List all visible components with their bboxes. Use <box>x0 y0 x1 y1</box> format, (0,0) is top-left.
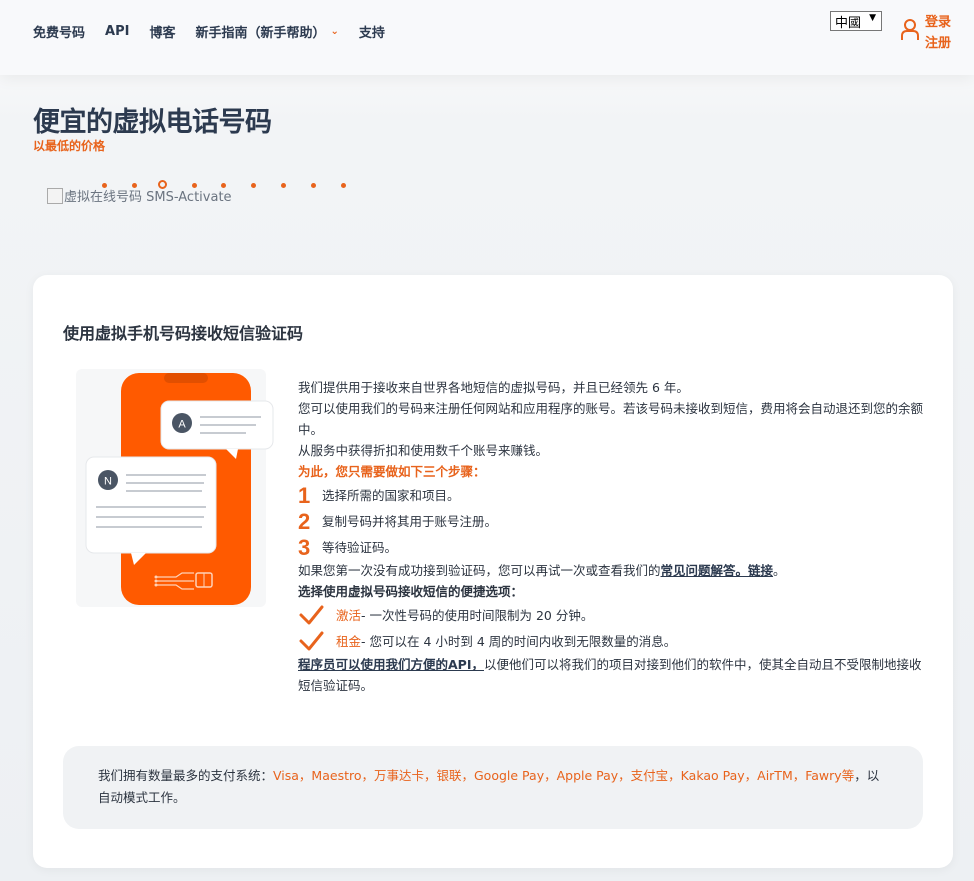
intro-line: 从服务中获得折扣和使用数千个账号来赚钱。 <box>298 443 549 458</box>
dot-icon <box>311 183 316 188</box>
api-link[interactable]: 程序员可以使用我们方便的API， <box>298 657 484 672</box>
nav-free-numbers[interactable]: 免费号码 <box>33 22 85 41</box>
retry-end: 。 <box>773 563 786 578</box>
card-content: 我们提供用于接收来自世界各地短信的虚拟号码，并且已经领先 6 年。 您可以使用我… <box>298 377 928 696</box>
option-rent-link[interactable]: 租金 <box>336 631 361 652</box>
step-text: 复制号码并将其用于账号注册。 <box>322 513 498 529</box>
register-link[interactable]: 注册 <box>925 33 951 54</box>
step-number: 1 <box>298 482 311 508</box>
broken-image-icon <box>47 187 63 204</box>
nav-support[interactable]: 支持 <box>359 22 385 41</box>
step-number: 2 <box>298 508 311 534</box>
payment-systems-box: 我们拥有数量最多的支付系统：Visa，Maestro，万事达卡，银联，Googl… <box>63 746 923 829</box>
chevron-down-icon: ⌄ <box>330 26 339 37</box>
intro-line: 我们提供用于接收来自世界各地短信的虚拟号码，并且已经领先 6 年。 <box>298 380 689 395</box>
option-item: 激活 - 一次性号码的使用时间限制为 20 分钟。 <box>298 602 928 628</box>
checkmark-icon <box>299 631 324 651</box>
option-desc: - 您可以在 4 小时到 4 周的时间内收到无限数量的消息。 <box>361 633 677 649</box>
option-item: 租金 - 您可以在 4 小时到 4 周的时间内收到无限数量的消息。 <box>298 628 928 654</box>
step-item: 3 等待验证码。 <box>298 534 928 560</box>
info-card: 使用虚拟手机号码接收短信验证码 A N 我们提供用于接收来自世界各地短信的虚拟号… <box>33 275 953 868</box>
nav-blog[interactable]: 博客 <box>149 22 175 41</box>
steps-heading: 为此，您只需要做如下三个步骤： <box>298 464 486 479</box>
intro-line: 您可以使用我们的号码来注册任何网站和应用程序的账号。若该号码未接收到短信，费用将… <box>298 401 924 437</box>
step-text: 等待验证码。 <box>322 539 398 555</box>
auth-links: 登录 注册 <box>925 12 951 54</box>
top-header: 免费号码 API 博客 新手指南（新手帮助） ⌄ 支持 中國 ▼ 登录 注册 <box>0 0 974 75</box>
language-select[interactable]: 中國 ▼ <box>830 11 882 31</box>
checkmark-icon <box>299 605 324 625</box>
dot-icon <box>341 183 346 188</box>
bubble-n-letter: N <box>104 476 112 488</box>
page-subtitle: 以最低的价格 <box>33 139 106 153</box>
payments-methods: Visa，Maestro，万事达卡，银联，Google Pay，Apple Pa… <box>273 768 855 783</box>
option-activation-link[interactable]: 激活 <box>336 605 361 626</box>
payments-prefix: 我们拥有数量最多的支付系统： <box>98 768 274 783</box>
step-number: 3 <box>298 534 311 560</box>
retry-paragraph: 如果您第一次没有成功接到验证码，您可以再试一次或查看我们的常见问题解答。链接。 <box>298 560 928 581</box>
language-selected: 中國 <box>835 15 862 31</box>
hero-image-alt: 虚拟在线号码 SMS-Activate <box>64 190 232 205</box>
retry-text: 如果您第一次没有成功接到验证码，您可以再试一次或查看我们的 <box>298 563 661 578</box>
option-desc: - 一次性号码的使用时间限制为 20 分钟。 <box>361 607 594 623</box>
login-link[interactable]: 登录 <box>925 12 951 33</box>
step-item: 2 复制号码并将其用于账号注册。 <box>298 508 928 534</box>
nav-api[interactable]: API <box>105 22 129 41</box>
hero-image-placeholder: 虚拟在线号码 SMS-Activate <box>47 186 232 205</box>
options-heading: 选择使用虚拟号码接收短信的便捷选项： <box>298 584 524 599</box>
api-paragraph: 程序员可以使用我们方便的API，以便他们可以将我们的项目对接到他们的软件中，使其… <box>298 654 928 696</box>
page-title: 便宜的虚拟电话号码 <box>33 107 272 138</box>
nav-guide[interactable]: 新手指南（新手帮助） ⌄ <box>195 22 338 41</box>
step-text: 选择所需的国家和项目。 <box>322 487 460 503</box>
card-title: 使用虚拟手机号码接收短信验证码 <box>63 324 304 343</box>
step-item: 1 选择所需的国家和项目。 <box>298 482 928 508</box>
dropdown-arrow-icon: ▼ <box>869 13 876 23</box>
nav-guide-label: 新手指南（新手帮助） <box>195 26 326 41</box>
user-icon[interactable] <box>900 18 920 42</box>
bubble-a-letter: A <box>178 419 186 431</box>
dot-icon <box>251 183 256 188</box>
faq-link[interactable]: 常见问题解答。链接 <box>661 563 774 578</box>
phone-sms-illustration: A N <box>76 369 274 607</box>
dot-icon <box>281 183 286 188</box>
main-nav: 免费号码 API 博客 新手指南（新手帮助） ⌄ 支持 <box>33 22 405 41</box>
